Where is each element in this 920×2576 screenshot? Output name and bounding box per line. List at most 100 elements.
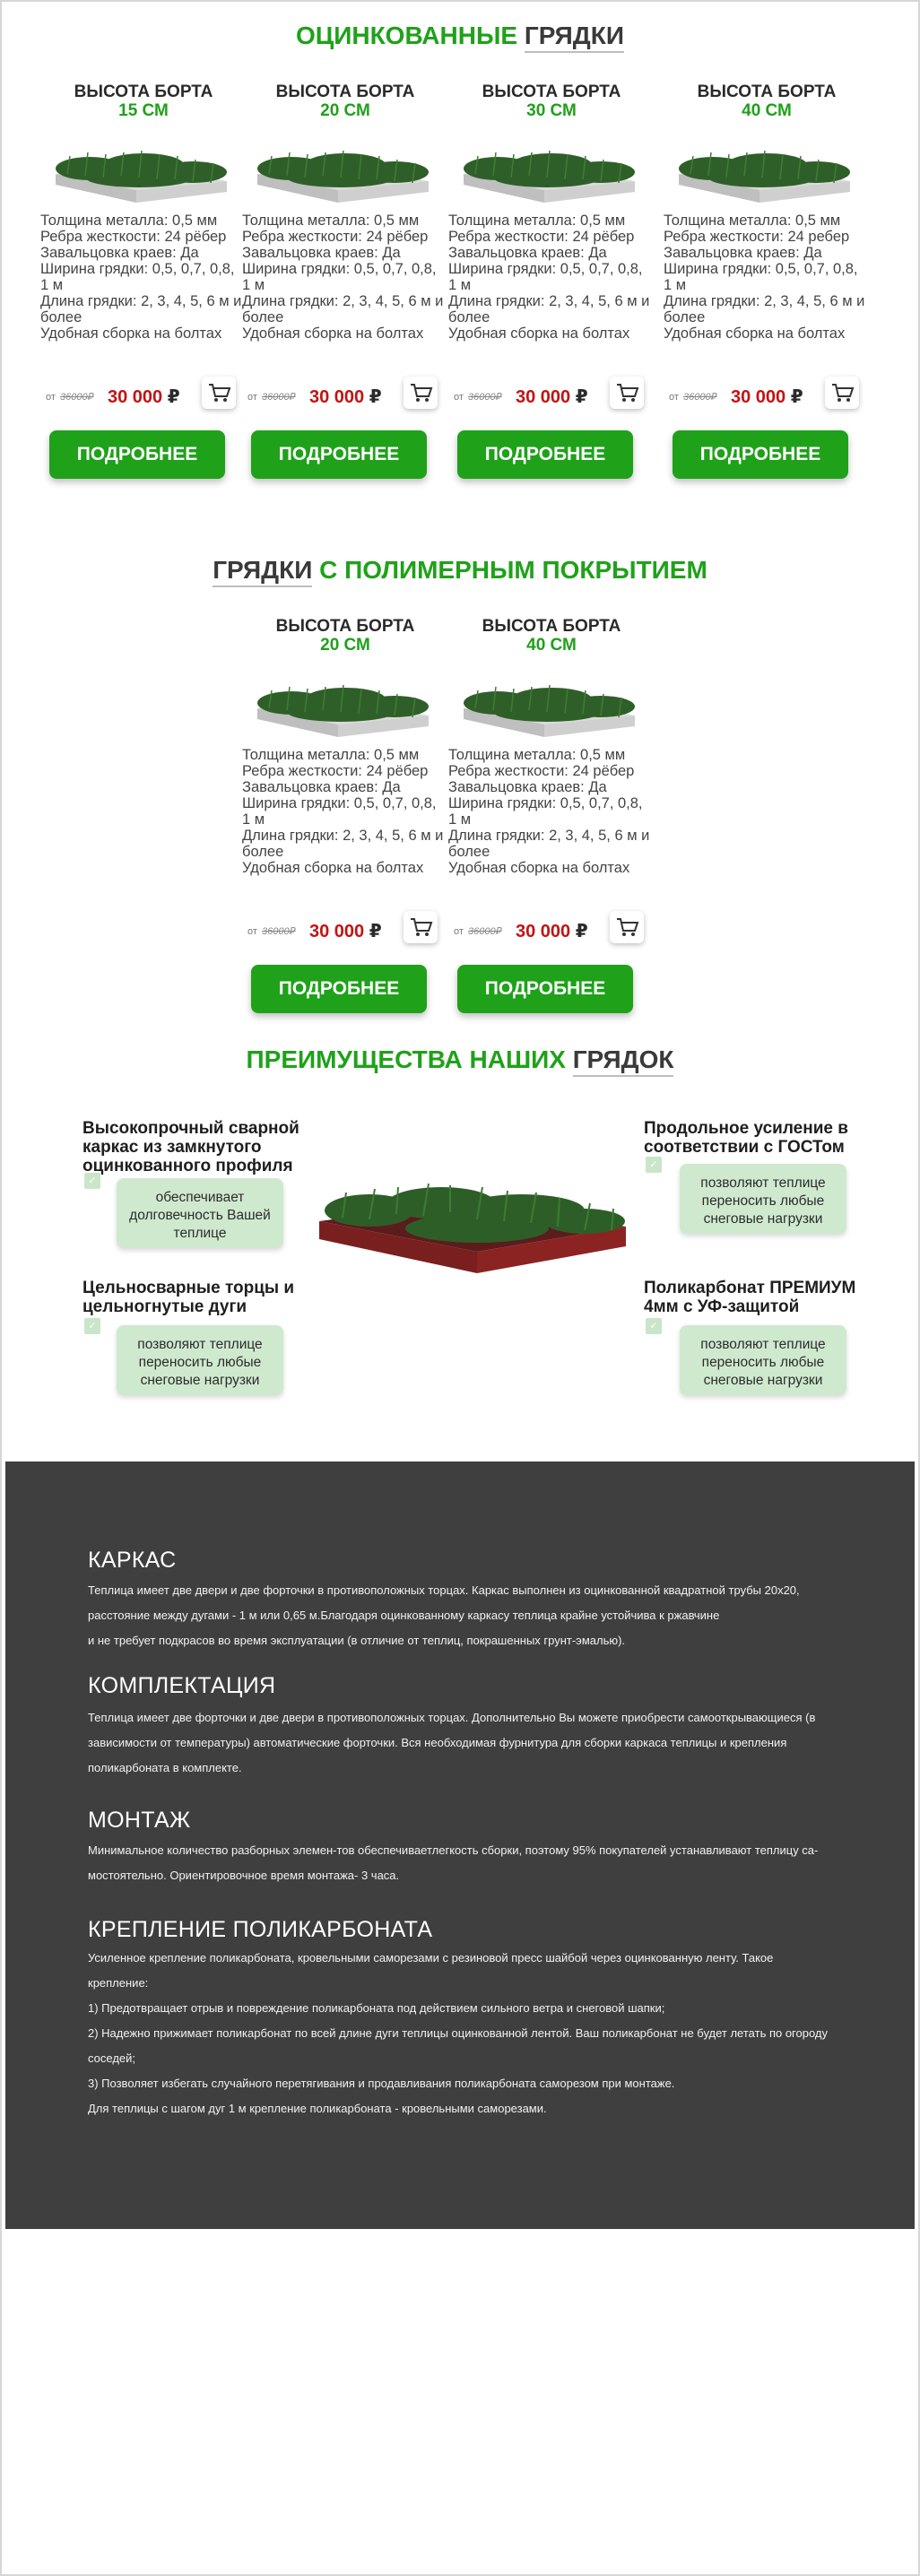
garden-bed-image [464, 150, 635, 203]
old-price: 36000₽ [683, 392, 717, 403]
spec-line: Ширина грядки: 0,5, 0,7, 0,8, 1 м [242, 261, 437, 293]
spec-line: Удобная сборка на болтах [40, 325, 222, 342]
section-title-advantages: ПРЕИМУЩЕСТВА НАШИХ ГРЯДОК [0, 1045, 920, 1077]
advantage-3-title: Продольное усиление в соответствии с ГОС… [644, 1119, 848, 1157]
card-height: 30 СМ [526, 101, 577, 120]
section-title-galvanized: ОЦИНКОВАННЫЕ ГРЯДКИ [0, 22, 920, 53]
komplekt-text: Теплица имеет две форточки и две двери в… [88, 1711, 816, 1774]
product-card-galvanized: ВЫСОТА БОРТА 15 СМ Толщина металла: 0,5 … [40, 82, 247, 486]
add-to-cart-button[interactable] [404, 911, 438, 943]
advantage-4-box: позволяют теплице переносить любые снего… [680, 1325, 846, 1395]
current-price: 30 000 ₽ [731, 387, 803, 407]
price-row: от 36000₽ 30 000 ₽ [40, 377, 247, 416]
spec-line: Удобная сборка на болтах [242, 325, 424, 342]
details-button[interactable]: ПОДРОБНЕЕ [251, 965, 427, 1013]
card-specs: Толщина металла: 0,5 мм Ребра жесткости: … [448, 747, 655, 876]
check-icon: ✓ [646, 1318, 662, 1334]
spec-line: Толщина металла: 0,5 мм [448, 747, 626, 763]
cart-icon [411, 918, 433, 936]
check-icon: ✓ [84, 1173, 100, 1189]
card-heading: ВЫСОТА БОРТА 40 СМ [664, 82, 870, 120]
card-specs: Толщина металла: 0,5 мм Ребра жесткости: … [664, 212, 870, 342]
spec-line: Длина грядки: 2, 3, 4, 5, 6 м и более [242, 293, 444, 325]
spec-line: Завальцовка краев: Да [664, 245, 822, 261]
add-to-cart-button[interactable] [610, 911, 644, 943]
product-card-galvanized: ВЫСОТА БОРТА 20 СМ Толщина металла: 0,5 … [242, 82, 448, 486]
card-heading: ВЫСОТА БОРТА 20 СМ [242, 82, 448, 120]
current-price: 30 000 ₽ [309, 387, 382, 407]
spec-line: Ширина грядки: 0,5, 0,7, 0,8, 1 м [448, 261, 643, 293]
advantage-4-title: Поликарбонат ПРЕМИУМ 4мм с УФ-защитой [644, 1279, 856, 1316]
spec-line: Длина грядки: 2, 3, 4, 5, 6 м и более [448, 293, 650, 325]
advantage-1-box: обеспечивает долговечность Вашей теплице [117, 1178, 283, 1248]
spec-line: Завальцовка краев: Да [448, 245, 607, 261]
spec-line: Ребра жесткости: 24 рёбер [242, 763, 429, 779]
cart-icon [617, 384, 639, 402]
add-to-cart-button[interactable] [404, 377, 438, 409]
card-heading: ВЫСОТА БОРТА 15 СМ [40, 82, 247, 120]
old-price: 36000₽ [262, 926, 296, 937]
current-price: 30 000 ₽ [516, 922, 588, 941]
spec-line: Ребра жесткости: 24 рёбер [448, 763, 635, 779]
spec-line: Удобная сборка на болтах [242, 860, 424, 876]
montazh-text: Минимальное количество разборных элемен-… [88, 1843, 819, 1882]
current-price: 30 000 ₽ [309, 922, 382, 941]
old-price: 36000₽ [262, 392, 296, 403]
garden-bed-image [56, 150, 227, 203]
spec-line: Ребра жесткости: 24 рёбер [448, 229, 635, 245]
price-row: от 36000₽ 30 000 ₽ [664, 377, 870, 416]
check-icon: ✓ [84, 1318, 100, 1334]
add-to-cart-button[interactable] [610, 377, 644, 409]
spec-line: Длина грядки: 2, 3, 4, 5, 6 м и более [242, 828, 444, 860]
details-button[interactable]: ПОДРОБНЕЕ [457, 430, 633, 479]
advantage-2-box: позволяют теплице переносить любые снего… [117, 1325, 283, 1395]
add-to-cart-button[interactable] [202, 377, 236, 409]
spec-line: Завальцовка краев: Да [242, 779, 401, 795]
cart-icon [411, 384, 433, 402]
spec-line: Толщина металла: 0,5 мм [242, 747, 420, 763]
card-specs: Толщина металла: 0,5 мм Ребра жесткости: … [242, 747, 448, 876]
spec-line: Ребра жесткости: 24 ребер [664, 229, 850, 245]
komplekt-heading: КОМПЛЕКТАЦИЯ [88, 1673, 276, 1698]
card-specs: Толщина металла: 0,5 мм Ребра жесткости: … [40, 212, 247, 342]
garden-bed-image [679, 150, 850, 203]
garden-bed-image [257, 684, 429, 737]
spec-line: Ребра жесткости: 24 рёбер [40, 229, 227, 245]
spec-line: Завальцовка краев: Да [40, 245, 199, 261]
card-heading: ВЫСОТА БОРТА 40 СМ [448, 617, 655, 655]
spec-line: Ширина грядки: 0,5, 0,7, 0,8, 1 м [242, 795, 437, 828]
spec-line: Ширина грядки: 0,5, 0,7, 0,8, 1 м [664, 261, 858, 293]
garden-bed-image [257, 150, 429, 203]
cart-icon [617, 918, 639, 936]
spec-line: Толщина металла: 0,5 мм [664, 212, 841, 229]
price-row: от 36000₽ 30 000 ₽ [242, 377, 448, 416]
section-title-polymer: ГРЯДКИ С ПОЛИМЕРНЫМ ПОКРЫТИЕМ [0, 556, 920, 587]
card-height: 40 СМ [742, 101, 792, 120]
price-row: от 36000₽ 30 000 ₽ [242, 911, 448, 950]
price-row: от 36000₽ 30 000 ₽ [448, 911, 655, 950]
card-specs: Толщина металла: 0,5 мм Ребра жесткости: … [448, 212, 655, 342]
info-block: КАРКАС Теплица имеет две двери и две фор… [5, 1461, 915, 2229]
add-to-cart-button[interactable] [825, 377, 859, 409]
spec-line: Длина грядки: 2, 3, 4, 5, 6 м и более [40, 293, 242, 325]
details-button[interactable]: ПОДРОБНЕЕ [49, 430, 225, 479]
advantage-2-title: Цельносварные торцы и цельногнутые дуги [82, 1279, 295, 1316]
garden-bed-image-large [319, 1183, 626, 1273]
details-button[interactable]: ПОДРОБНЕЕ [251, 430, 427, 479]
card-heading: ВЫСОТА БОРТА 30 СМ [448, 82, 655, 120]
card-heading: ВЫСОТА БОРТА 20 СМ [242, 617, 448, 655]
spec-line: Ширина грядки: 0,5, 0,7, 0,8, 1 м [40, 261, 235, 293]
details-button[interactable]: ПОДРОБНЕЕ [673, 430, 848, 479]
card-height: 20 СМ [320, 101, 370, 120]
advantage-1-title: Высокопрочный сварной каркас из замкнуто… [82, 1119, 299, 1175]
cart-icon [832, 384, 855, 402]
advantage-3-box: позволяют теплице переносить любые снего… [680, 1164, 846, 1234]
spec-line: Длина грядки: 2, 3, 4, 5, 6 м и более [448, 828, 650, 860]
spec-line: Удобная сборка на болтах [448, 325, 630, 342]
spec-line: Толщина металла: 0,5 мм [448, 212, 626, 229]
montazh-heading: МОНТАЖ [88, 1808, 191, 1833]
spec-line: Удобная сборка на болтах [448, 860, 630, 876]
spec-line: Ширина грядки: 0,5, 0,7, 0,8, 1 м [448, 795, 643, 828]
details-button[interactable]: ПОДРОБНЕЕ [457, 965, 633, 1013]
spec-line: Толщина металла: 0,5 мм [40, 212, 218, 229]
